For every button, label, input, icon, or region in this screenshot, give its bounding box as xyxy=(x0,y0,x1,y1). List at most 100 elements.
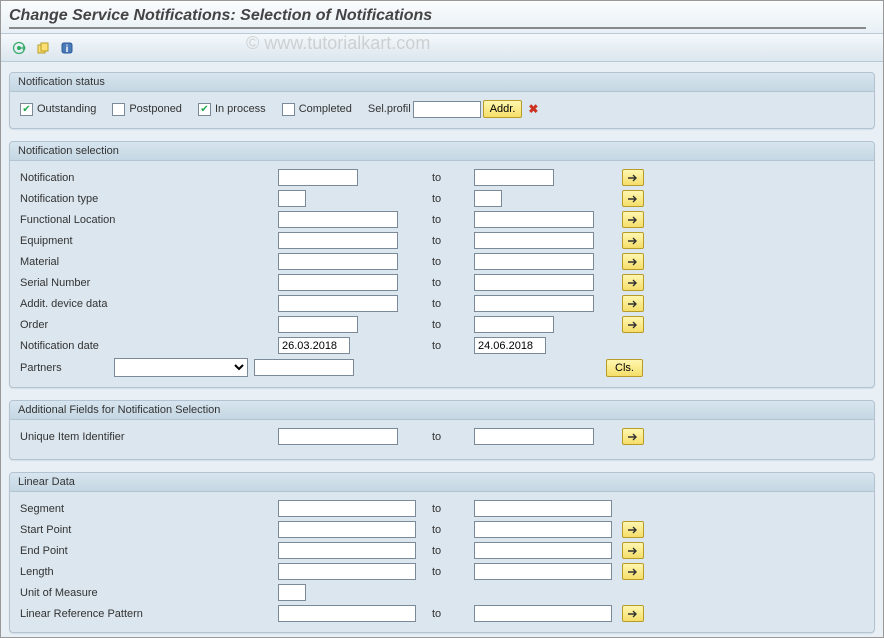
sel-profil-label: Sel.profil xyxy=(368,103,411,115)
linear-reference-pattern-more-button[interactable] xyxy=(622,605,644,622)
group-title: Additional Fields for Notification Selec… xyxy=(10,401,874,420)
notification-type-more-button[interactable] xyxy=(622,190,644,207)
outstanding-checkbox[interactable]: ✔ xyxy=(20,103,33,116)
completed-checkbox[interactable] xyxy=(282,103,295,116)
group-title: Notification status xyxy=(10,73,874,92)
to-label: to xyxy=(426,566,466,578)
order-label: Order xyxy=(20,319,270,331)
notification-status-group: Notification status ✔ Outstanding Postpo… xyxy=(9,72,875,129)
to-label: to xyxy=(426,524,466,536)
postponed-label: Postponed xyxy=(129,103,182,115)
notification-date-from-input[interactable] xyxy=(278,337,350,354)
order-from-input[interactable] xyxy=(278,316,358,333)
end-point-label: End Point xyxy=(20,545,270,557)
get-variant-button[interactable] xyxy=(33,38,53,58)
addit-device-data-to-input[interactable] xyxy=(474,295,594,312)
partner-value-input[interactable] xyxy=(254,359,354,376)
partners-dropdown[interactable] xyxy=(114,358,248,377)
segment-from-input[interactable] xyxy=(278,500,416,517)
length-label: Length xyxy=(20,566,270,578)
to-label: to xyxy=(426,431,466,443)
to-label: to xyxy=(426,608,466,620)
unique-item-identifier-from-input[interactable] xyxy=(278,428,398,445)
addr-button[interactable]: Addr. xyxy=(483,100,523,118)
notification-date-label: Notification date xyxy=(20,340,270,352)
sel-profil-input[interactable] xyxy=(413,101,481,118)
notification-from-input[interactable] xyxy=(278,169,358,186)
unit-of-measure-input[interactable] xyxy=(278,584,306,601)
unique-item-identifier-more-button[interactable] xyxy=(622,428,644,445)
to-label: to xyxy=(426,193,466,205)
to-label: to xyxy=(426,545,466,557)
start-point-to-input[interactable] xyxy=(474,521,612,538)
to-label: to xyxy=(426,214,466,226)
length-from-input[interactable] xyxy=(278,563,416,580)
outstanding-label: Outstanding xyxy=(37,103,96,115)
notification-type-from-input[interactable] xyxy=(278,190,306,207)
length-to-input[interactable] xyxy=(474,563,612,580)
serial-number-more-button[interactable] xyxy=(622,274,644,291)
length-more-button[interactable] xyxy=(622,563,644,580)
linear-data-group: Linear Data Segment to Start Point to xyxy=(9,472,875,633)
to-label: to xyxy=(426,298,466,310)
equipment-to-input[interactable] xyxy=(474,232,594,249)
serial-number-from-input[interactable] xyxy=(278,274,398,291)
info-button[interactable]: i xyxy=(57,38,77,58)
addit-device-data-more-button[interactable] xyxy=(622,295,644,312)
addit-device-data-label: Addit. device data xyxy=(20,298,270,310)
to-label: to xyxy=(426,319,466,331)
notification-type-to-input[interactable] xyxy=(474,190,502,207)
segment-to-input[interactable] xyxy=(474,500,612,517)
serial-number-to-input[interactable] xyxy=(474,274,594,291)
title-bar: Change Service Notifications: Selection … xyxy=(1,1,883,34)
unique-item-identifier-to-input[interactable] xyxy=(474,428,594,445)
start-point-from-input[interactable] xyxy=(278,521,416,538)
to-label: to xyxy=(426,503,466,515)
application-toolbar: i xyxy=(1,34,883,62)
content-area: Notification status ✔ Outstanding Postpo… xyxy=(1,62,883,637)
to-label: to xyxy=(426,277,466,289)
equipment-more-button[interactable] xyxy=(622,232,644,249)
material-more-button[interactable] xyxy=(622,253,644,270)
order-more-button[interactable] xyxy=(622,316,644,333)
start-point-label: Start Point xyxy=(20,524,270,536)
additional-fields-group: Additional Fields for Notification Selec… xyxy=(9,400,875,460)
notification-type-label: Notification type xyxy=(20,193,270,205)
completed-label: Completed xyxy=(299,103,352,115)
delete-profil-icon[interactable]: ✖ xyxy=(528,102,538,116)
to-label: to xyxy=(426,256,466,268)
equipment-label: Equipment xyxy=(20,235,270,247)
to-label: to xyxy=(426,172,466,184)
notification-date-to-input[interactable] xyxy=(474,337,546,354)
order-to-input[interactable] xyxy=(474,316,554,333)
end-point-more-button[interactable] xyxy=(622,542,644,559)
start-point-more-button[interactable] xyxy=(622,521,644,538)
notification-more-button[interactable] xyxy=(622,169,644,186)
functional-location-to-input[interactable] xyxy=(474,211,594,228)
end-point-from-input[interactable] xyxy=(278,542,416,559)
to-label: to xyxy=(426,340,466,352)
in-process-label: In process xyxy=(215,103,266,115)
linear-reference-pattern-from-input[interactable] xyxy=(278,605,416,622)
linear-reference-pattern-to-input[interactable] xyxy=(474,605,612,622)
notification-selection-group: Notification selection Notification to N… xyxy=(9,141,875,388)
svg-text:i: i xyxy=(66,44,69,55)
group-title: Linear Data xyxy=(10,473,874,492)
end-point-to-input[interactable] xyxy=(474,542,612,559)
notification-label: Notification xyxy=(20,172,270,184)
linear-reference-pattern-label: Linear Reference Pattern xyxy=(20,608,270,620)
execute-button[interactable] xyxy=(9,38,29,58)
cls-button[interactable]: Cls. xyxy=(606,359,643,377)
unique-item-identifier-label: Unique Item Identifier xyxy=(20,431,270,443)
in-process-checkbox[interactable]: ✔ xyxy=(198,103,211,116)
material-to-input[interactable] xyxy=(474,253,594,270)
functional-location-from-input[interactable] xyxy=(278,211,398,228)
addit-device-data-from-input[interactable] xyxy=(278,295,398,312)
material-from-input[interactable] xyxy=(278,253,398,270)
postponed-checkbox[interactable] xyxy=(112,103,125,116)
notification-to-input[interactable] xyxy=(474,169,554,186)
page-title: Change Service Notifications: Selection … xyxy=(9,7,866,29)
functional-location-more-button[interactable] xyxy=(622,211,644,228)
equipment-from-input[interactable] xyxy=(278,232,398,249)
partners-label: Partners xyxy=(20,362,108,374)
